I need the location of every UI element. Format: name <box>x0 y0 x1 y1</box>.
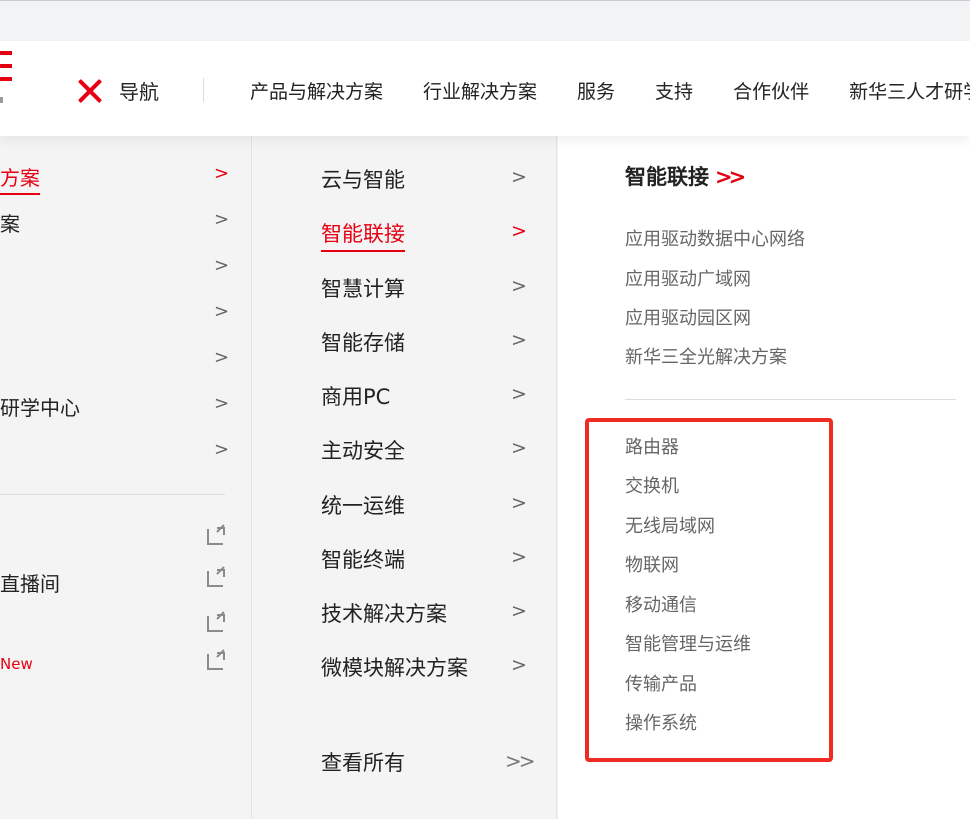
external-link-icon <box>207 652 225 670</box>
view-all-label: 查看所有 <box>321 751 405 775</box>
top-nav: 产品与解决方案 行业解决方案 服务 支持 合作伙伴 新华三人才研学 <box>250 77 970 104</box>
chevron-right-icon: > <box>511 383 527 405</box>
primary-menu-item-industry[interactable]: 案 > <box>0 208 240 238</box>
solution-link[interactable]: 应用驱动广域网 <box>625 265 751 291</box>
primary-menu-label: 案 <box>0 212 20 236</box>
chevron-right-icon: > <box>214 393 230 414</box>
external-link-icon <box>207 569 225 587</box>
new-badge: New <box>0 655 33 673</box>
secondary-menu-item-connectivity[interactable]: 智能联接 > <box>321 218 531 252</box>
secondary-menu-label: 微模块解决方案 <box>321 656 468 680</box>
secondary-menu: 云与智能 > 智能联接 > 智慧计算 > 智能存储 > 商用PC > 主动安全 … <box>253 136 557 819</box>
panel-title: 智能联接 <box>625 165 709 189</box>
secondary-menu-label: 智能存储 <box>321 331 405 355</box>
topnav-item-support[interactable]: 支持 <box>655 77 693 104</box>
secondary-menu-item-security[interactable]: 主动安全 > <box>321 435 531 467</box>
secondary-menu-label: 主动安全 <box>321 439 405 463</box>
chevron-right-icon: > <box>214 255 230 276</box>
tertiary-panel: 智能联接 >> 应用驱动数据中心网络 应用驱动广域网 应用驱动园区网 新华三全光解… <box>558 136 970 819</box>
secondary-menu-item-tech[interactable]: 技术解决方案 > <box>321 598 531 630</box>
secondary-menu-label: 智慧计算 <box>321 277 405 301</box>
primary-menu: 方案 > 案 > > > > 研学中心 > > 直播间 New <box>0 136 252 819</box>
header-divider <box>203 78 204 102</box>
secondary-menu-item-storage[interactable]: 智能存储 > <box>321 327 531 359</box>
chevron-right-icon: > <box>214 209 230 230</box>
topnav-item-services[interactable]: 服务 <box>577 77 615 104</box>
external-link-live[interactable]: 直播间 <box>0 568 240 598</box>
site-header: 导航 产品与解决方案 行业解决方案 服务 支持 合作伙伴 新华三人才研学 <box>0 41 970 136</box>
secondary-menu-item-computing[interactable]: 智慧计算 > <box>321 273 531 305</box>
browser-top-strip <box>0 0 970 41</box>
chevron-right-icon: > <box>511 329 527 351</box>
primary-menu-item-about[interactable]: > <box>0 438 240 468</box>
solution-link[interactable]: 应用驱动园区网 <box>625 304 751 330</box>
highlight-box <box>585 418 833 762</box>
external-link-icon <box>207 614 225 632</box>
chevron-right-icon: > <box>511 492 527 514</box>
double-chevron-right-icon: >> <box>715 165 746 189</box>
topnav-item-partners[interactable]: 合作伙伴 <box>733 77 809 104</box>
secondary-menu-label: 统一运维 <box>321 494 405 518</box>
topnav-item-talent[interactable]: 新华三人才研学 <box>849 77 970 104</box>
secondary-menu-label: 商用PC <box>321 385 391 409</box>
chevron-right-icon: > <box>511 437 527 459</box>
double-chevron-right-icon: >> <box>505 749 535 773</box>
solution-link[interactable]: 应用驱动数据中心网络 <box>625 225 805 251</box>
chevron-right-icon: > <box>511 546 527 568</box>
view-all-link[interactable]: 查看所有 >> <box>321 747 535 779</box>
chevron-right-icon: > <box>214 439 230 460</box>
secondary-menu-label: 技术解决方案 <box>321 602 447 626</box>
secondary-menu-label: 云与智能 <box>321 168 405 192</box>
secondary-menu-item-cloud[interactable]: 云与智能 > <box>321 164 531 196</box>
chevron-right-icon: > <box>511 166 527 188</box>
chevron-right-icon: > <box>511 654 527 676</box>
close-icon[interactable] <box>76 77 104 105</box>
external-link-icon <box>207 527 225 545</box>
external-link-item[interactable] <box>0 613 240 643</box>
primary-menu-item-support[interactable]: > <box>0 300 240 330</box>
secondary-menu-item-terminal[interactable]: 智能终端 > <box>321 544 531 576</box>
secondary-menu-label: 智能终端 <box>321 548 405 572</box>
secondary-menu-item-ops[interactable]: 统一运维 > <box>321 490 531 522</box>
topnav-item-products[interactable]: 产品与解决方案 <box>250 77 383 104</box>
chevron-right-icon: > <box>214 163 230 184</box>
primary-menu-label: 研学中心 <box>0 396 80 420</box>
primary-menu-item-partners[interactable]: > <box>0 346 240 376</box>
solution-link[interactable]: 新华三全光解决方案 <box>625 343 787 369</box>
primary-menu-divider <box>0 494 225 495</box>
chevron-right-icon: > <box>214 347 230 368</box>
logo[interactable] <box>0 51 12 103</box>
nav-title[interactable]: 导航 <box>119 76 159 105</box>
primary-menu-item-solutions[interactable]: 方案 > <box>0 162 240 195</box>
secondary-menu-label: 智能联接 <box>321 218 405 252</box>
secondary-menu-item-pc[interactable]: 商用PC > <box>321 381 531 413</box>
external-link-new[interactable]: New <box>0 651 240 681</box>
external-link-label: 直播间 <box>0 572 60 596</box>
primary-menu-item-services[interactable]: > <box>0 254 240 284</box>
panel-title-link[interactable]: 智能联接 >> <box>625 161 746 191</box>
primary-menu-item-talent[interactable]: 研学中心 > <box>0 392 240 422</box>
chevron-right-icon: > <box>511 275 527 297</box>
primary-menu-label: 方案 <box>0 162 40 195</box>
chevron-right-icon: > <box>214 301 230 322</box>
chevron-right-icon: > <box>511 600 527 622</box>
topnav-item-industry[interactable]: 行业解决方案 <box>423 77 537 104</box>
chevron-right-icon: > <box>511 220 527 242</box>
external-link-item[interactable] <box>0 526 240 556</box>
secondary-menu-item-micromodule[interactable]: 微模块解决方案 > <box>321 652 531 684</box>
panel-divider <box>625 399 956 400</box>
